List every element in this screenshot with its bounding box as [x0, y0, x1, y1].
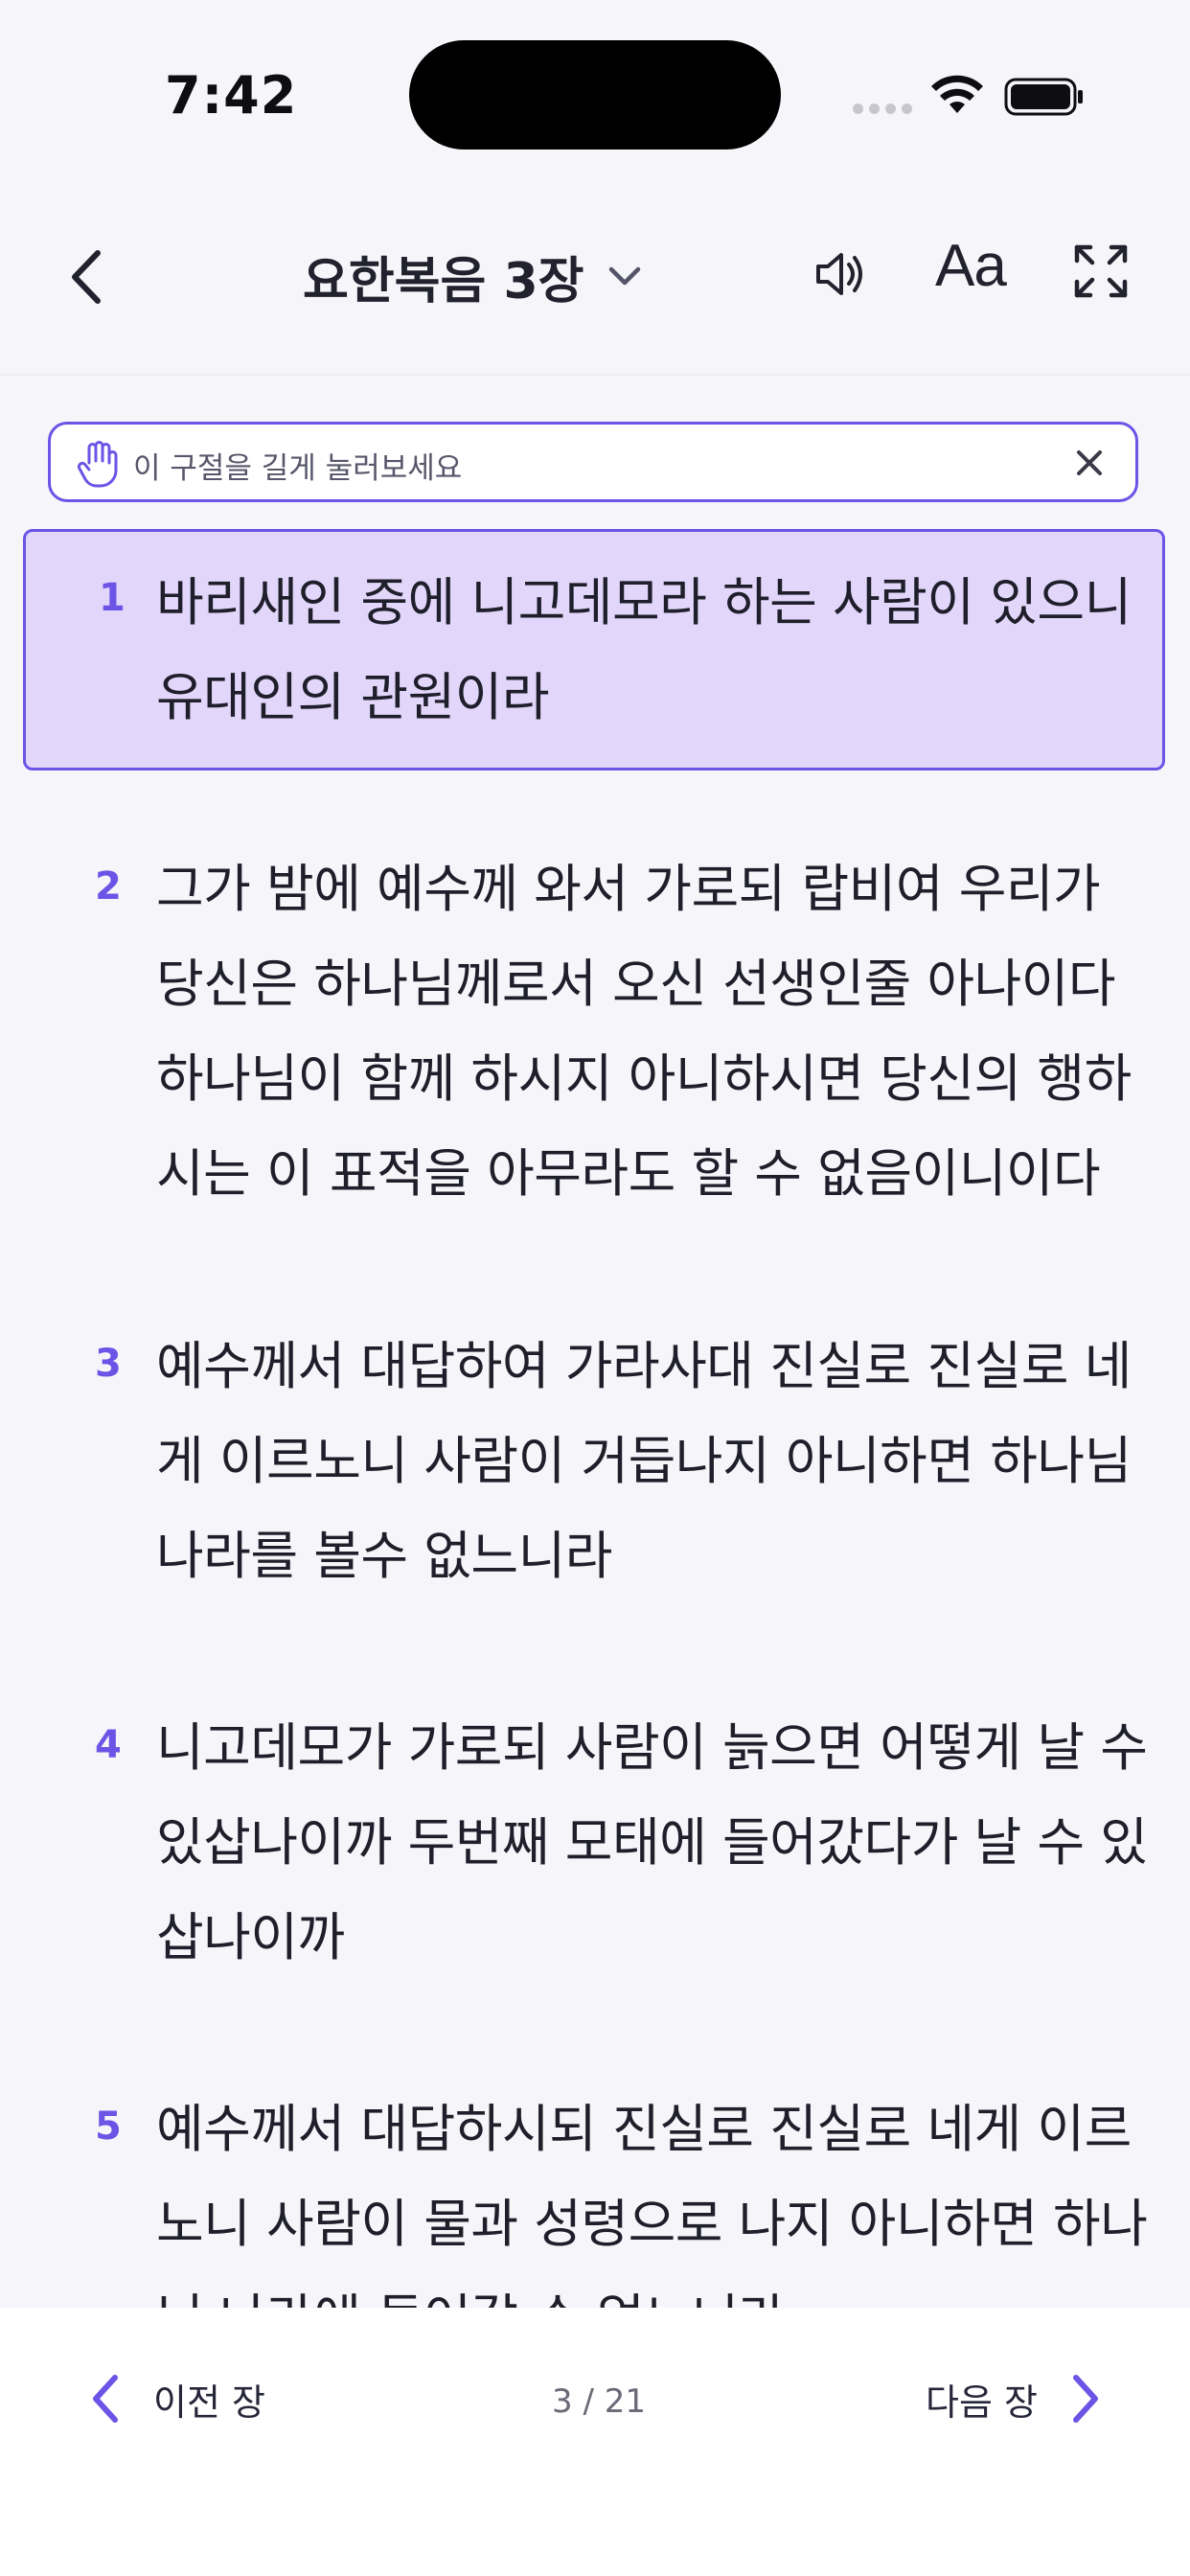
verse-item-3[interactable]: 3 예수께서 대답하여 가라사대 진실로 진실로 네게 이르노니 사람이 거듭나… — [23, 1294, 1165, 1600]
previous-chapter-button[interactable]: 이전 장 — [86, 2365, 265, 2432]
wifi-icon — [931, 75, 983, 113]
chevron-right-icon — [1072, 2375, 1098, 2423]
back-chevron-icon[interactable] — [59, 243, 117, 310]
battery-icon — [1004, 78, 1083, 116]
verse-number: 3 — [95, 1342, 122, 1386]
verse-item-4[interactable]: 4 니고데모가 가로되 사람이 늙으면 어떻게 날 수 있삽나이까 두번째 모태… — [23, 1675, 1165, 1982]
chevron-down-icon — [608, 266, 640, 286]
verse-number: 5 — [95, 2104, 122, 2149]
long-press-tip-banner: 이 구절을 길게 눌러보세요 — [48, 422, 1138, 502]
verse-number: 4 — [95, 1723, 122, 1767]
verse-text: 바리새인 중에 니고데모라 하는 사람이 있으니 유대인의 관원이라 — [156, 572, 1132, 727]
dynamic-island — [409, 40, 781, 150]
verse-number: 2 — [95, 864, 122, 908]
verse-item-1[interactable]: 1 바리새인 중에 니고데모라 하는 사람이 있으니 유대인의 관원이라 — [23, 529, 1165, 770]
hand-icon — [77, 441, 118, 488]
verse-text: 예수께서 대답하여 가라사대 진실로 진실로 네게 이르노니 사람이 거듭나지 … — [156, 1336, 1132, 1586]
font-size-button[interactable]: Aa — [935, 232, 1007, 300]
status-time: 7:42 — [165, 65, 298, 126]
speaker-icon[interactable] — [812, 245, 870, 303]
previous-chapter-label: 이전 장 — [153, 2380, 265, 2424]
verse-text: 니고데모가 가로되 사람이 늙으면 어떻게 날 수 있삽나이까 두번째 모태에 … — [156, 1717, 1148, 1967]
cellular-signal-icon — [853, 104, 912, 114]
close-icon[interactable] — [1074, 448, 1105, 478]
verse-number: 1 — [99, 576, 126, 620]
tip-text: 이 구절을 길게 눌러보세요 — [133, 451, 463, 486]
status-bar: 7:42 — [0, 0, 1190, 182]
expand-icon[interactable] — [1073, 243, 1129, 299]
reader-header: 요한복음 3장 Aa — [0, 182, 1190, 376]
next-chapter-label: 다음 장 — [926, 2380, 1038, 2424]
chapter-page-indicator: 3 / 21 — [552, 2382, 646, 2421]
chapter-navigation-bar: 이전 장 3 / 21 다음 장 — [0, 2308, 1190, 2576]
verse-item-2[interactable]: 2 그가 밤에 예수께 와서 가로되 랍비여 우리가 당신은 하나님께로서 오신… — [23, 816, 1165, 1219]
chapter-selector[interactable]: 요한복음 3장 — [303, 238, 644, 314]
chapter-title: 요한복음 3장 — [303, 252, 584, 310]
verse-text: 그가 밤에 예수께 와서 가로되 랍비여 우리가 당신은 하나님께로서 오신 선… — [156, 859, 1132, 1204]
next-chapter-button[interactable]: 다음 장 — [926, 2365, 1105, 2432]
chevron-left-icon — [93, 2375, 118, 2423]
